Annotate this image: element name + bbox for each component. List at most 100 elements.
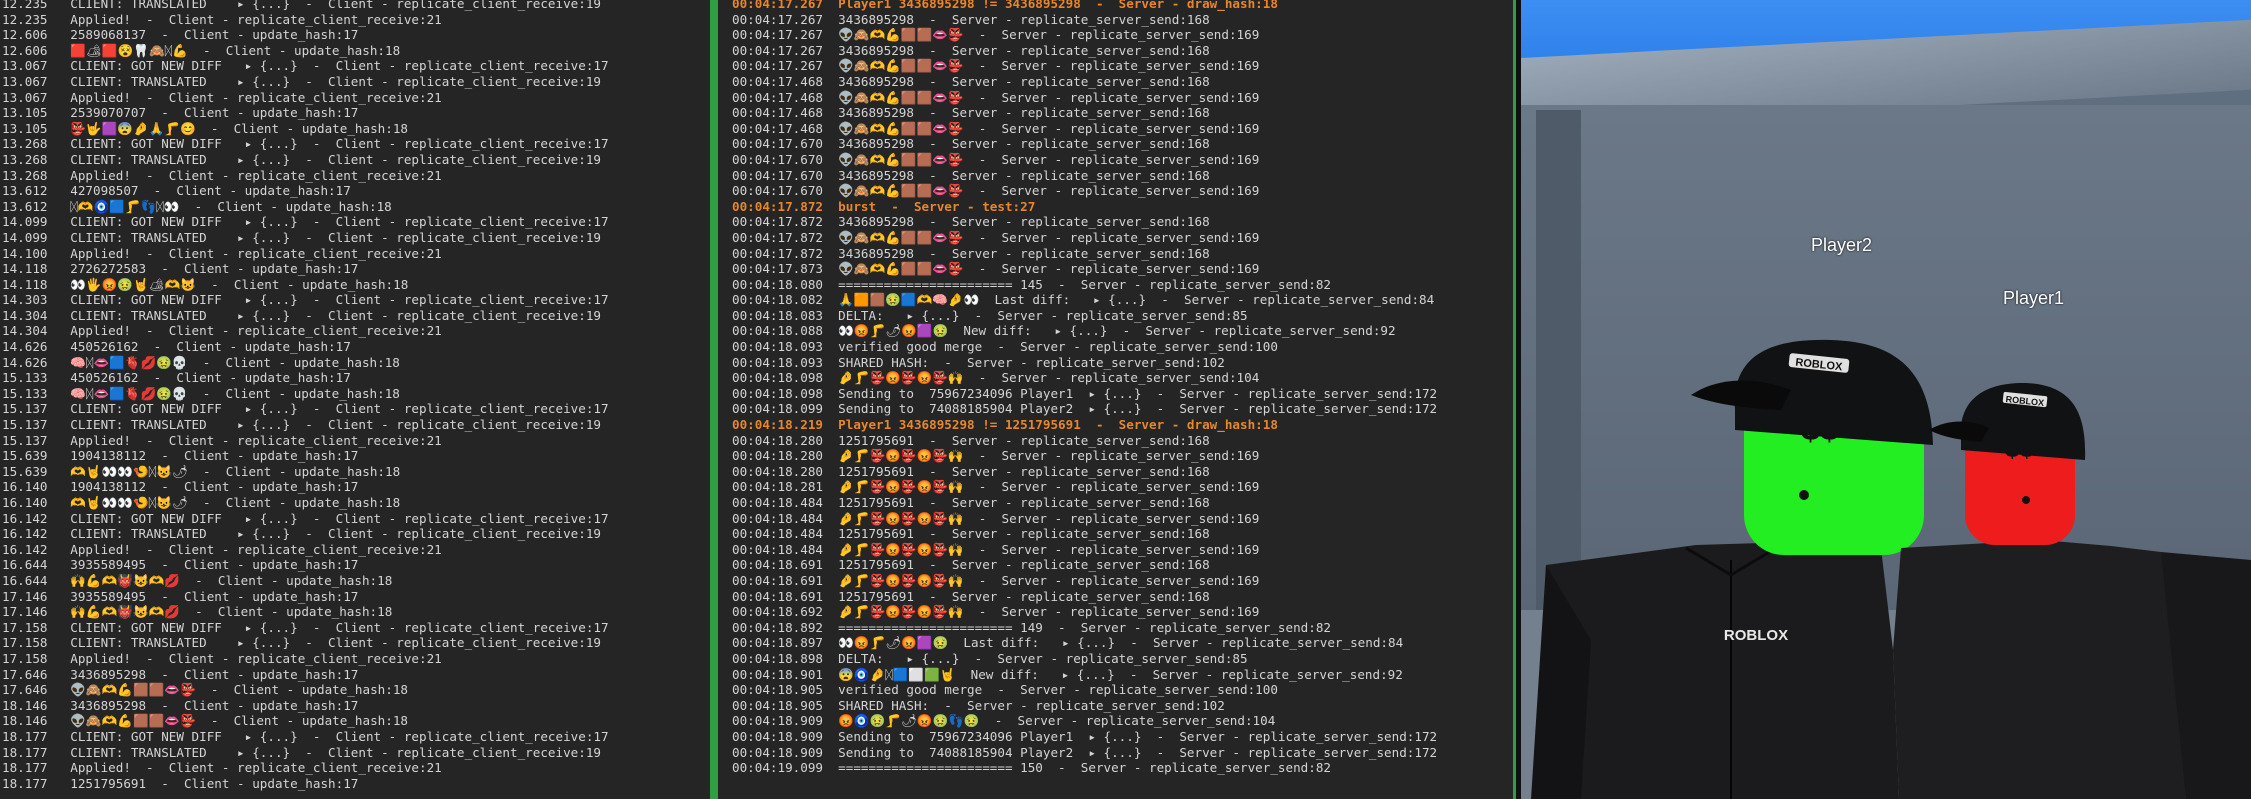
log-line[interactable]: 00:04:18.484 1251795691 - Server - repli…: [732, 495, 1513, 511]
log-line[interactable]: 13.067 Applied! - Client - replicate_cli…: [2, 90, 710, 106]
log-line[interactable]: 14.626 🧠ᛞ👄🟦🫀💋🤢💀 - Client - update_hash:1…: [2, 355, 710, 371]
player1-character[interactable]: $$ ROBLOX: [1893, 382, 2251, 799]
log-line[interactable]: 00:04:18.083 DELTA: ▸ {...} - Server - r…: [732, 308, 1513, 324]
log-line[interactable]: 00:04:18.909 😡🧿🤢🦵🌶😡🤢👣🤢 - Server - replic…: [732, 713, 1513, 729]
log-line[interactable]: 15.639 🫶🤘👀👀🍤ᛞ😺🌶 - Client - update_hash:1…: [2, 464, 710, 480]
log-line[interactable]: 00:04:18.088 👀😡🦵🌶😡🟪🤢 New diff: ▸ {...} -…: [732, 323, 1513, 339]
log-line[interactable]: 13.105 2539070707 - Client - update_hash…: [2, 105, 710, 121]
log-line[interactable]: 18.177 CLIENT: TRANSLATED ▸ {...} - Clie…: [2, 745, 710, 761]
log-line[interactable]: 14.303 CLIENT: GOT NEW DIFF ▸ {...} - Cl…: [2, 292, 710, 308]
log-line[interactable]: 13.268 Applied! - Client - replicate_cli…: [2, 168, 710, 184]
log-line[interactable]: 13.612 ᛞ🫶🧿🟦🦵👣ᛞ👀 - Client - update_hash:1…: [2, 199, 710, 215]
log-line-highlight[interactable]: 00:04:17.872 burst - Server - test:27: [732, 199, 1513, 215]
log-line[interactable]: 14.304 CLIENT: TRANSLATED ▸ {...} - Clie…: [2, 308, 710, 324]
log-line[interactable]: 00:04:17.267 3436895298 - Server - repli…: [732, 12, 1513, 28]
log-line[interactable]: 13.067 CLIENT: GOT NEW DIFF ▸ {...} - Cl…: [2, 58, 710, 74]
log-line[interactable]: 00:04:18.280 🤌🦵👺😡👺😡👺🙌 - Server - replica…: [732, 448, 1513, 464]
log-line[interactable]: 00:04:18.897 👀😡🦵🌶😡🟪🤢 Last diff: ▸ {...} …: [732, 635, 1513, 651]
log-line[interactable]: 14.100 Applied! - Client - replicate_cli…: [2, 246, 710, 262]
log-line[interactable]: 17.146 🙌💪🫶👹😺🫶💋 - Client - update_hash:18: [2, 604, 710, 620]
log-line[interactable]: 00:04:18.093 verified good merge - Serve…: [732, 339, 1513, 355]
log-line[interactable]: 14.118 2726272583 - Client - update_hash…: [2, 261, 710, 277]
log-line[interactable]: 00:04:17.468 👽🙈🫶💪🟫🟫👄👺 - Server - replica…: [732, 121, 1513, 137]
pane-divider[interactable]: [710, 0, 718, 799]
log-line[interactable]: 00:04:18.691 🤌🦵👺😡👺😡👺🙌 - Server - replica…: [732, 573, 1513, 589]
log-line[interactable]: 16.644 3935589495 - Client - update_hash…: [2, 557, 710, 573]
log-line[interactable]: 13.612 427098507 - Client - update_hash:…: [2, 183, 710, 199]
log-line[interactable]: 12.235 Applied! - Client - replicate_cli…: [2, 12, 710, 28]
log-line[interactable]: 18.146 👽🙈🫶💪🟫🟫👄👺 - Client - update_hash:1…: [2, 713, 710, 729]
log-line[interactable]: 00:04:17.670 3436895298 - Server - repli…: [732, 136, 1513, 152]
log-line[interactable]: 16.142 CLIENT: GOT NEW DIFF ▸ {...} - Cl…: [2, 511, 710, 527]
log-line-highlight[interactable]: 00:04:18.219 Player1 3436895298 != 12517…: [732, 417, 1513, 433]
log-line[interactable]: 00:04:19.099 ======================= 150…: [732, 760, 1513, 776]
log-line[interactable]: 16.644 🙌💪🫶👹😺🫶💋 - Client - update_hash:18: [2, 573, 710, 589]
log-line[interactable]: 00:04:18.909 Sending to 74088185904 Play…: [732, 745, 1513, 761]
log-line[interactable]: 13.268 CLIENT: GOT NEW DIFF ▸ {...} - Cl…: [2, 136, 710, 152]
log-line[interactable]: 00:04:18.909 Sending to 75967234096 Play…: [732, 729, 1513, 745]
log-line[interactable]: 00:04:17.670 👽🙈🫶💪🟫🟫👄👺 - Server - replica…: [732, 152, 1513, 168]
log-line[interactable]: 17.646 👽🙈🫶💪🟫🟫👄👺 - Client - update_hash:1…: [2, 682, 710, 698]
log-line[interactable]: 00:04:17.873 👽🙈🫶💪🟫🟫👄👺 - Server - replica…: [732, 261, 1513, 277]
log-line[interactable]: 00:04:17.468 3436895298 - Server - repli…: [732, 74, 1513, 90]
log-line[interactable]: 00:04:18.691 1251795691 - Server - repli…: [732, 589, 1513, 605]
log-line[interactable]: 14.118 👀🖐😡🤢🤘🏕🫶😺 - Client - update_hash:1…: [2, 277, 710, 293]
log-line[interactable]: 17.146 3935589495 - Client - update_hash…: [2, 589, 710, 605]
log-line[interactable]: 17.646 3436895298 - Client - update_hash…: [2, 667, 710, 683]
log-line[interactable]: 00:04:18.281 🤌🦵👺😡👺😡👺🙌 - Server - replica…: [732, 479, 1513, 495]
log-line[interactable]: 18.177 CLIENT: GOT NEW DIFF ▸ {...} - Cl…: [2, 729, 710, 745]
log-line[interactable]: 00:04:17.468 👽🙈🫶💪🟫🟫👄👺 - Server - replica…: [732, 90, 1513, 106]
log-line[interactable]: 00:04:18.484 1251795691 - Server - repli…: [732, 526, 1513, 542]
log-line[interactable]: 00:04:18.901 😨🧿🤌ᛞ🟦⬜🟩🤘 New diff: ▸ {...} …: [732, 667, 1513, 683]
log-line[interactable]: 17.158 CLIENT: TRANSLATED ▸ {...} - Clie…: [2, 635, 710, 651]
game-viewport[interactable]: ROBLOX $$ ROBLOX $$ ROBLOX Player2 Playe…: [1521, 0, 2251, 799]
log-line[interactable]: 15.137 Applied! - Client - replicate_cli…: [2, 433, 710, 449]
log-line[interactable]: 00:04:17.468 3436895298 - Server - repli…: [732, 105, 1513, 121]
log-line[interactable]: 15.137 CLIENT: GOT NEW DIFF ▸ {...} - Cl…: [2, 401, 710, 417]
log-line[interactable]: 00:04:17.872 👽🙈🫶💪🟫🟫👄👺 - Server - replica…: [732, 230, 1513, 246]
log-line[interactable]: 14.099 CLIENT: TRANSLATED ▸ {...} - Clie…: [2, 230, 710, 246]
log-line[interactable]: 15.133 450526162 - Client - update_hash:…: [2, 370, 710, 386]
log-line[interactable]: 15.133 🧠ᛞ👄🟦🫀💋🤢💀 - Client - update_hash:1…: [2, 386, 710, 402]
log-line[interactable]: 00:04:18.905 verified good merge - Serve…: [732, 682, 1513, 698]
log-line[interactable]: 00:04:18.692 🤌🦵👺😡👺😡👺🙌 - Server - replica…: [732, 604, 1513, 620]
log-line[interactable]: 16.142 Applied! - Client - replicate_cli…: [2, 542, 710, 558]
log-line[interactable]: 00:04:18.098 Sending to 75967234096 Play…: [732, 386, 1513, 402]
log-line[interactable]: 00:04:18.691 1251795691 - Server - repli…: [732, 557, 1513, 573]
log-line[interactable]: 00:04:18.099 Sending to 74088185904 Play…: [732, 401, 1513, 417]
log-line[interactable]: 00:04:18.280 1251795691 - Server - repli…: [732, 464, 1513, 480]
log-line[interactable]: 13.105 👺🤟🟪😨🤌🙏🦵😊 - Client - update_hash:1…: [2, 121, 710, 137]
log-line[interactable]: 13.268 CLIENT: TRANSLATED ▸ {...} - Clie…: [2, 152, 710, 168]
server-output-panel[interactable]: 00:04:17.267 Player1 3436895298 != 34368…: [718, 0, 1513, 799]
log-line[interactable]: 14.304 Applied! - Client - replicate_cli…: [2, 323, 710, 339]
log-line[interactable]: 00:04:17.872 3436895298 - Server - repli…: [732, 246, 1513, 262]
log-line[interactable]: 18.177 1251795691 - Client - update_hash…: [2, 776, 710, 792]
log-line[interactable]: 12.606 🟥🏕🟥😵🦷🙈ᛞ💪 - Client - update_hash:1…: [2, 43, 710, 59]
log-line[interactable]: 15.137 CLIENT: TRANSLATED ▸ {...} - Clie…: [2, 417, 710, 433]
log-line[interactable]: 17.158 CLIENT: GOT NEW DIFF ▸ {...} - Cl…: [2, 620, 710, 636]
log-line[interactable]: 00:04:18.484 🤌🦵👺😡👺😡👺🙌 - Server - replica…: [732, 542, 1513, 558]
log-line[interactable]: 00:04:18.080 ======================= 145…: [732, 277, 1513, 293]
log-line[interactable]: 14.099 CLIENT: GOT NEW DIFF ▸ {...} - Cl…: [2, 214, 710, 230]
log-line[interactable]: 00:04:18.892 ======================= 149…: [732, 620, 1513, 636]
log-line[interactable]: 00:04:18.093 SHARED HASH: - Server - rep…: [732, 355, 1513, 371]
client-output-panel[interactable]: 12.235 CLIENT: TRANSLATED ▸ {...} - Clie…: [0, 0, 710, 799]
log-line-highlight[interactable]: 00:04:17.267 Player1 3436895298 != 34368…: [732, 0, 1513, 12]
player2-character[interactable]: ROBLOX $$ ROBLOX: [1531, 339, 1933, 799]
log-line[interactable]: 00:04:18.898 DELTA: ▸ {...} - Server - r…: [732, 651, 1513, 667]
log-line[interactable]: 00:04:17.670 👽🙈🫶💪🟫🟫👄👺 - Server - replica…: [732, 183, 1513, 199]
log-line[interactable]: 00:04:18.098 🤌🦵👺😡👺😡👺🙌 - Server - replica…: [732, 370, 1513, 386]
log-line[interactable]: 18.146 3436895298 - Client - update_hash…: [2, 698, 710, 714]
log-line[interactable]: 16.140 1904138112 - Client - update_hash…: [2, 479, 710, 495]
log-line[interactable]: 13.067 CLIENT: TRANSLATED ▸ {...} - Clie…: [2, 74, 710, 90]
log-line[interactable]: 16.142 CLIENT: TRANSLATED ▸ {...} - Clie…: [2, 526, 710, 542]
log-line[interactable]: 18.177 Applied! - Client - replicate_cli…: [2, 760, 710, 776]
log-line[interactable]: 00:04:17.267 👽🙈🫶💪🟫🟫👄👺 - Server - replica…: [732, 27, 1513, 43]
log-line[interactable]: 14.626 450526162 - Client - update_hash:…: [2, 339, 710, 355]
log-line[interactable]: 00:04:17.267 3436895298 - Server - repli…: [732, 43, 1513, 59]
log-line[interactable]: 12.235 CLIENT: TRANSLATED ▸ {...} - Clie…: [2, 0, 710, 12]
log-line[interactable]: 00:04:18.280 1251795691 - Server - repli…: [732, 433, 1513, 449]
log-line[interactable]: 00:04:18.905 SHARED HASH: - Server - rep…: [732, 698, 1513, 714]
log-line[interactable]: 15.639 1904138112 - Client - update_hash…: [2, 448, 710, 464]
log-line[interactable]: 00:04:18.082 🙏🟧🟫🤢🟦🫶🧠🤌👀 Last diff: ▸ {...…: [732, 292, 1513, 308]
